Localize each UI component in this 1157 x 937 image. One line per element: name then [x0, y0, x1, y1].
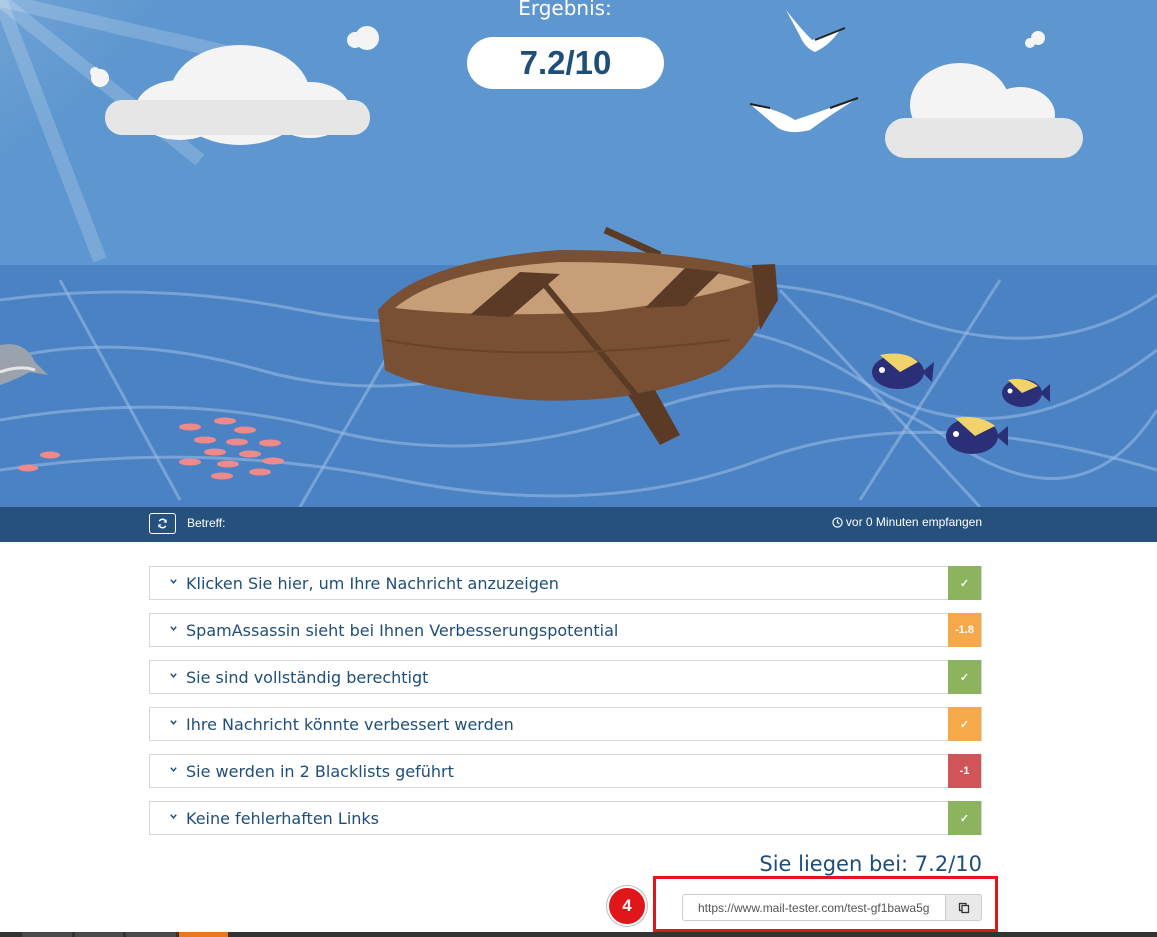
copy-icon — [958, 902, 969, 913]
score-display: 7.2/10 — [467, 37, 664, 89]
chevron-down-icon — [170, 767, 177, 772]
status-badge: ✓ — [948, 566, 981, 600]
result-label: Sie werden in 2 Blacklists geführt — [186, 762, 454, 781]
status-badge: ✓ — [948, 660, 981, 694]
result-label: Klicken Sie hier, um Ihre Nachricht anzu… — [186, 574, 559, 593]
subject-label: Betreff: — [187, 516, 226, 530]
result-label: Keine fehlerhaften Links — [186, 809, 379, 828]
clock-icon — [832, 516, 843, 528]
status-badge: ✓ — [948, 801, 981, 835]
step-marker: 4 — [607, 886, 647, 926]
bottom-tab-strip — [0, 932, 1157, 937]
received-text: vor 0 Minuten empfangen — [845, 515, 982, 529]
status-badge: -1.8 — [948, 613, 981, 647]
message-info-bar: Betreff: vor 0 Minuten empfangen — [0, 507, 1157, 542]
chevron-down-icon — [170, 720, 177, 725]
hero-illustration: Ergebnis: 7.2/10 — [0, 0, 1157, 507]
bottom-tab[interactable] — [75, 932, 123, 937]
result-row-authentication[interactable]: Sie sind vollständig berechtigt ✓ — [149, 660, 982, 694]
status-badge: -1 — [948, 754, 981, 788]
result-row-links[interactable]: Keine fehlerhaften Links ✓ — [149, 801, 982, 835]
result-row-blacklists[interactable]: Sie werden in 2 Blacklists geführt -1 — [149, 754, 982, 788]
bottom-tab-active[interactable] — [179, 932, 228, 937]
share-url-field[interactable] — [682, 894, 946, 921]
refresh-button[interactable] — [149, 513, 176, 534]
result-row-message-improvement[interactable]: Ihre Nachricht könnte verbessert werden … — [149, 707, 982, 741]
result-label: Sie sind vollständig berechtigt — [186, 668, 429, 687]
results-list: Klicken Sie hier, um Ihre Nachricht anzu… — [149, 566, 982, 848]
result-label: Ergebnis: — [518, 0, 612, 20]
copy-button[interactable] — [945, 894, 982, 921]
result-row-view-message[interactable]: Klicken Sie hier, um Ihre Nachricht anzu… — [149, 566, 982, 600]
result-label: SpamAssassin sieht bei Ihnen Verbesserun… — [186, 621, 619, 640]
total-score: Sie liegen bei: 7.2/10 — [759, 852, 982, 876]
chevron-down-icon — [170, 814, 177, 819]
refresh-icon — [158, 518, 167, 529]
result-label: Ihre Nachricht könnte verbessert werden — [186, 715, 514, 734]
chevron-down-icon — [170, 579, 177, 584]
status-badge: ✓ — [948, 707, 981, 741]
chevron-down-icon — [170, 673, 177, 678]
chevron-down-icon — [170, 626, 177, 631]
result-row-spamassassin[interactable]: SpamAssassin sieht bei Ihnen Verbesserun… — [149, 613, 982, 647]
bottom-tab[interactable] — [22, 932, 72, 937]
bottom-tab[interactable] — [126, 932, 176, 937]
received-time: vor 0 Minuten empfangen — [832, 515, 982, 529]
